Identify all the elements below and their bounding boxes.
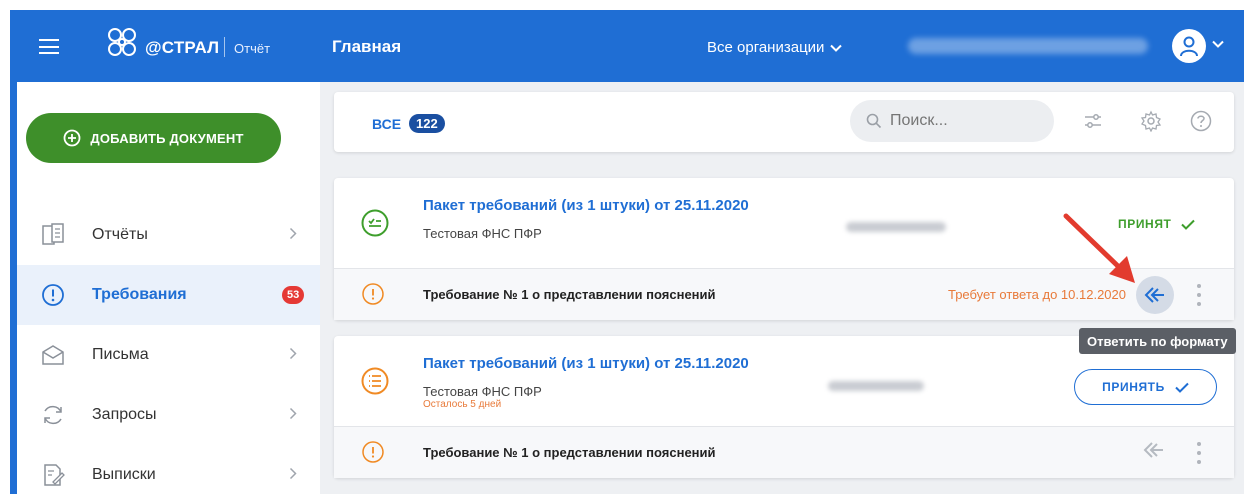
check-icon (1181, 219, 1196, 230)
alert-circle-icon (362, 283, 384, 305)
organization-selector-label: Все организации (707, 39, 825, 56)
chevron-right-icon (289, 227, 297, 240)
plus-circle-icon (64, 129, 81, 147)
redacted-organization (828, 381, 924, 391)
reports-icon (42, 223, 64, 245)
more-options-button[interactable] (1197, 284, 1201, 306)
app-window: @СТРАЛ Отчёт Главная Все организации ДОБ… (10, 10, 1244, 494)
chevron-down-icon (830, 44, 843, 52)
requirement-package-card[interactable]: Пакет требований (из 1 штуки) от 25.11.2… (334, 336, 1234, 478)
avatar-chevron-down-icon[interactable] (1212, 40, 1224, 48)
sidebar-item-reports[interactable]: Отчёты (17, 205, 320, 265)
sidebar-item-label: Выписки (92, 466, 156, 483)
sidebar-item-label: Запросы (92, 406, 157, 423)
pending-list-icon (361, 367, 389, 395)
user-name-redacted (908, 38, 1148, 54)
search-input[interactable] (890, 112, 1040, 130)
brand-name: @СТРАЛ (145, 38, 220, 57)
accept-button[interactable]: ПРИНЯТЬ (1074, 369, 1217, 405)
alert-circle-icon (362, 441, 384, 463)
sidebar-item-label: Требования (92, 286, 187, 303)
sidebar-item-statements[interactable]: Выписки (17, 445, 320, 494)
package-recipient: Тестовая ФНС ПФР (423, 384, 542, 399)
envelope-icon (42, 345, 64, 365)
requirement-row[interactable]: Требование № 1 о представлении пояснений (334, 426, 1234, 478)
tab-all[interactable]: ВСЕ 122 (372, 114, 445, 133)
sidebar-item-requirements[interactable]: Требования 53 (10, 265, 320, 325)
brand-divider (224, 37, 225, 57)
chevron-right-icon (289, 467, 297, 480)
annotation-arrow-icon (1063, 213, 1135, 283)
alert-circle-icon (42, 284, 64, 306)
tooltip: Ответить по формату (1079, 328, 1236, 354)
sidebar-item-letters[interactable]: Письма (17, 325, 320, 385)
chevron-right-icon (289, 407, 297, 420)
requirements-count-badge: 53 (282, 286, 305, 304)
organization-selector[interactable]: Все организации (707, 39, 843, 56)
sidebar-item-label: Отчёты (92, 226, 148, 243)
help-icon[interactable] (1190, 110, 1212, 132)
accepted-list-icon (361, 209, 389, 237)
product-name: Отчёт (234, 41, 271, 56)
avatar[interactable] (1172, 29, 1206, 63)
days-left-warning: Осталось 5 дней (423, 399, 502, 410)
total-count-badge: 122 (409, 114, 445, 133)
gear-icon[interactable] (1140, 110, 1162, 132)
menu-icon[interactable] (39, 39, 59, 54)
sidebar-item-requests[interactable]: Запросы (17, 385, 320, 445)
sidebar: ДОБАВИТЬ ДОКУМЕНТ Отчёты Требования 53 П… (10, 82, 320, 494)
package-title[interactable]: Пакет требований (из 1 штуки) от 25.11.2… (423, 197, 749, 214)
document-edit-icon (44, 464, 65, 486)
add-document-button[interactable]: ДОБАВИТЬ ДОКУМЕНТ (26, 113, 281, 163)
filter-sliders-icon[interactable] (1082, 110, 1104, 132)
top-bar: @СТРАЛ Отчёт Главная Все организации (10, 10, 1244, 82)
sidebar-item-label: Письма (92, 346, 149, 363)
check-icon (1175, 382, 1189, 393)
chevron-right-icon (289, 347, 297, 360)
reply-icon (1144, 287, 1164, 303)
reply-icon[interactable] (1143, 441, 1165, 459)
page-title: Главная (332, 37, 402, 56)
package-title[interactable]: Пакет требований (из 1 штуки) от 25.11.2… (423, 355, 749, 372)
refresh-icon (44, 405, 62, 425)
requirement-title[interactable]: Требование № 1 о представлении пояснений (423, 445, 716, 460)
accept-button-label: ПРИНЯТЬ (1102, 380, 1165, 394)
user-icon (1180, 36, 1198, 57)
requirement-title[interactable]: Требование № 1 о представлении пояснений (423, 287, 716, 302)
add-document-label: ДОБАВИТЬ ДОКУМЕНТ (90, 130, 244, 146)
more-options-button[interactable] (1197, 442, 1201, 464)
search-box[interactable] (850, 100, 1054, 142)
package-recipient: Тестовая ФНС ПФР (423, 226, 542, 241)
redacted-organization (846, 222, 946, 232)
astral-logo-icon (108, 28, 136, 56)
tab-all-label: ВСЕ (372, 115, 402, 132)
list-toolbar: ВСЕ 122 (334, 92, 1234, 152)
search-icon (866, 113, 882, 129)
